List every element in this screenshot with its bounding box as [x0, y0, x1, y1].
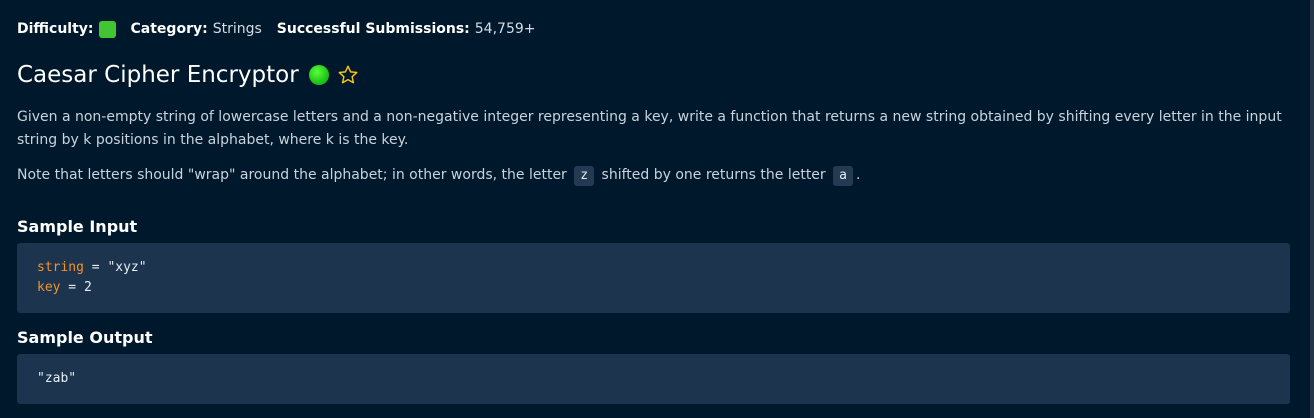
note-text-1: Note that letters should "wrap" around t… — [17, 167, 567, 183]
difficulty-group: Difficulty: — [17, 20, 116, 38]
completed-status-icon — [308, 65, 329, 85]
note-text-2: shifted by one returns the letter — [601, 167, 826, 183]
problem-title: Caesar Cipher Encryptor — [17, 62, 299, 88]
code-line: "zab" — [37, 371, 77, 386]
inline-code-z: z — [574, 166, 595, 186]
submissions-value: 54,759+ — [474, 21, 536, 37]
note-text-3: . — [855, 167, 861, 183]
problem-note: Note that letters should "wrap" around t… — [17, 163, 1287, 187]
category-value: Strings — [212, 21, 262, 37]
problem-meta: Difficulty: Category: Strings Successful… — [17, 18, 550, 40]
code-rest: = 2 — [60, 280, 92, 295]
difficulty-label: Difficulty: — [17, 21, 94, 37]
submissions-group: Successful Submissions: 54,759+ — [277, 21, 536, 37]
sample-input-code-block: string = "xyz" key = 2 — [17, 243, 1290, 313]
code-rest: = "xyz" — [83, 260, 147, 275]
code-variable: key — [37, 280, 61, 295]
code-line: key = 2 — [37, 278, 1290, 298]
inline-code-a: a — [833, 166, 853, 186]
title-row: Caesar Cipher Encryptor — [17, 60, 359, 90]
category-group: Category: Strings — [131, 21, 262, 37]
scrollbar-track[interactable] — [1310, 0, 1314, 418]
difficulty-easy-icon — [98, 20, 116, 38]
category-label: Category: — [130, 21, 208, 37]
submissions-label: Successful Submissions: — [276, 21, 470, 37]
favorite-star-icon[interactable] — [337, 64, 359, 86]
sample-output-title: Sample Output — [17, 328, 153, 347]
sample-input-title: Sample Input — [17, 217, 138, 236]
sample-output-code-block: "zab" — [17, 354, 1290, 404]
code-variable: string — [37, 260, 84, 275]
code-line: string = "xyz" — [37, 258, 1290, 278]
problem-description: Given a non-empty string of lowercase le… — [17, 109, 1282, 148]
